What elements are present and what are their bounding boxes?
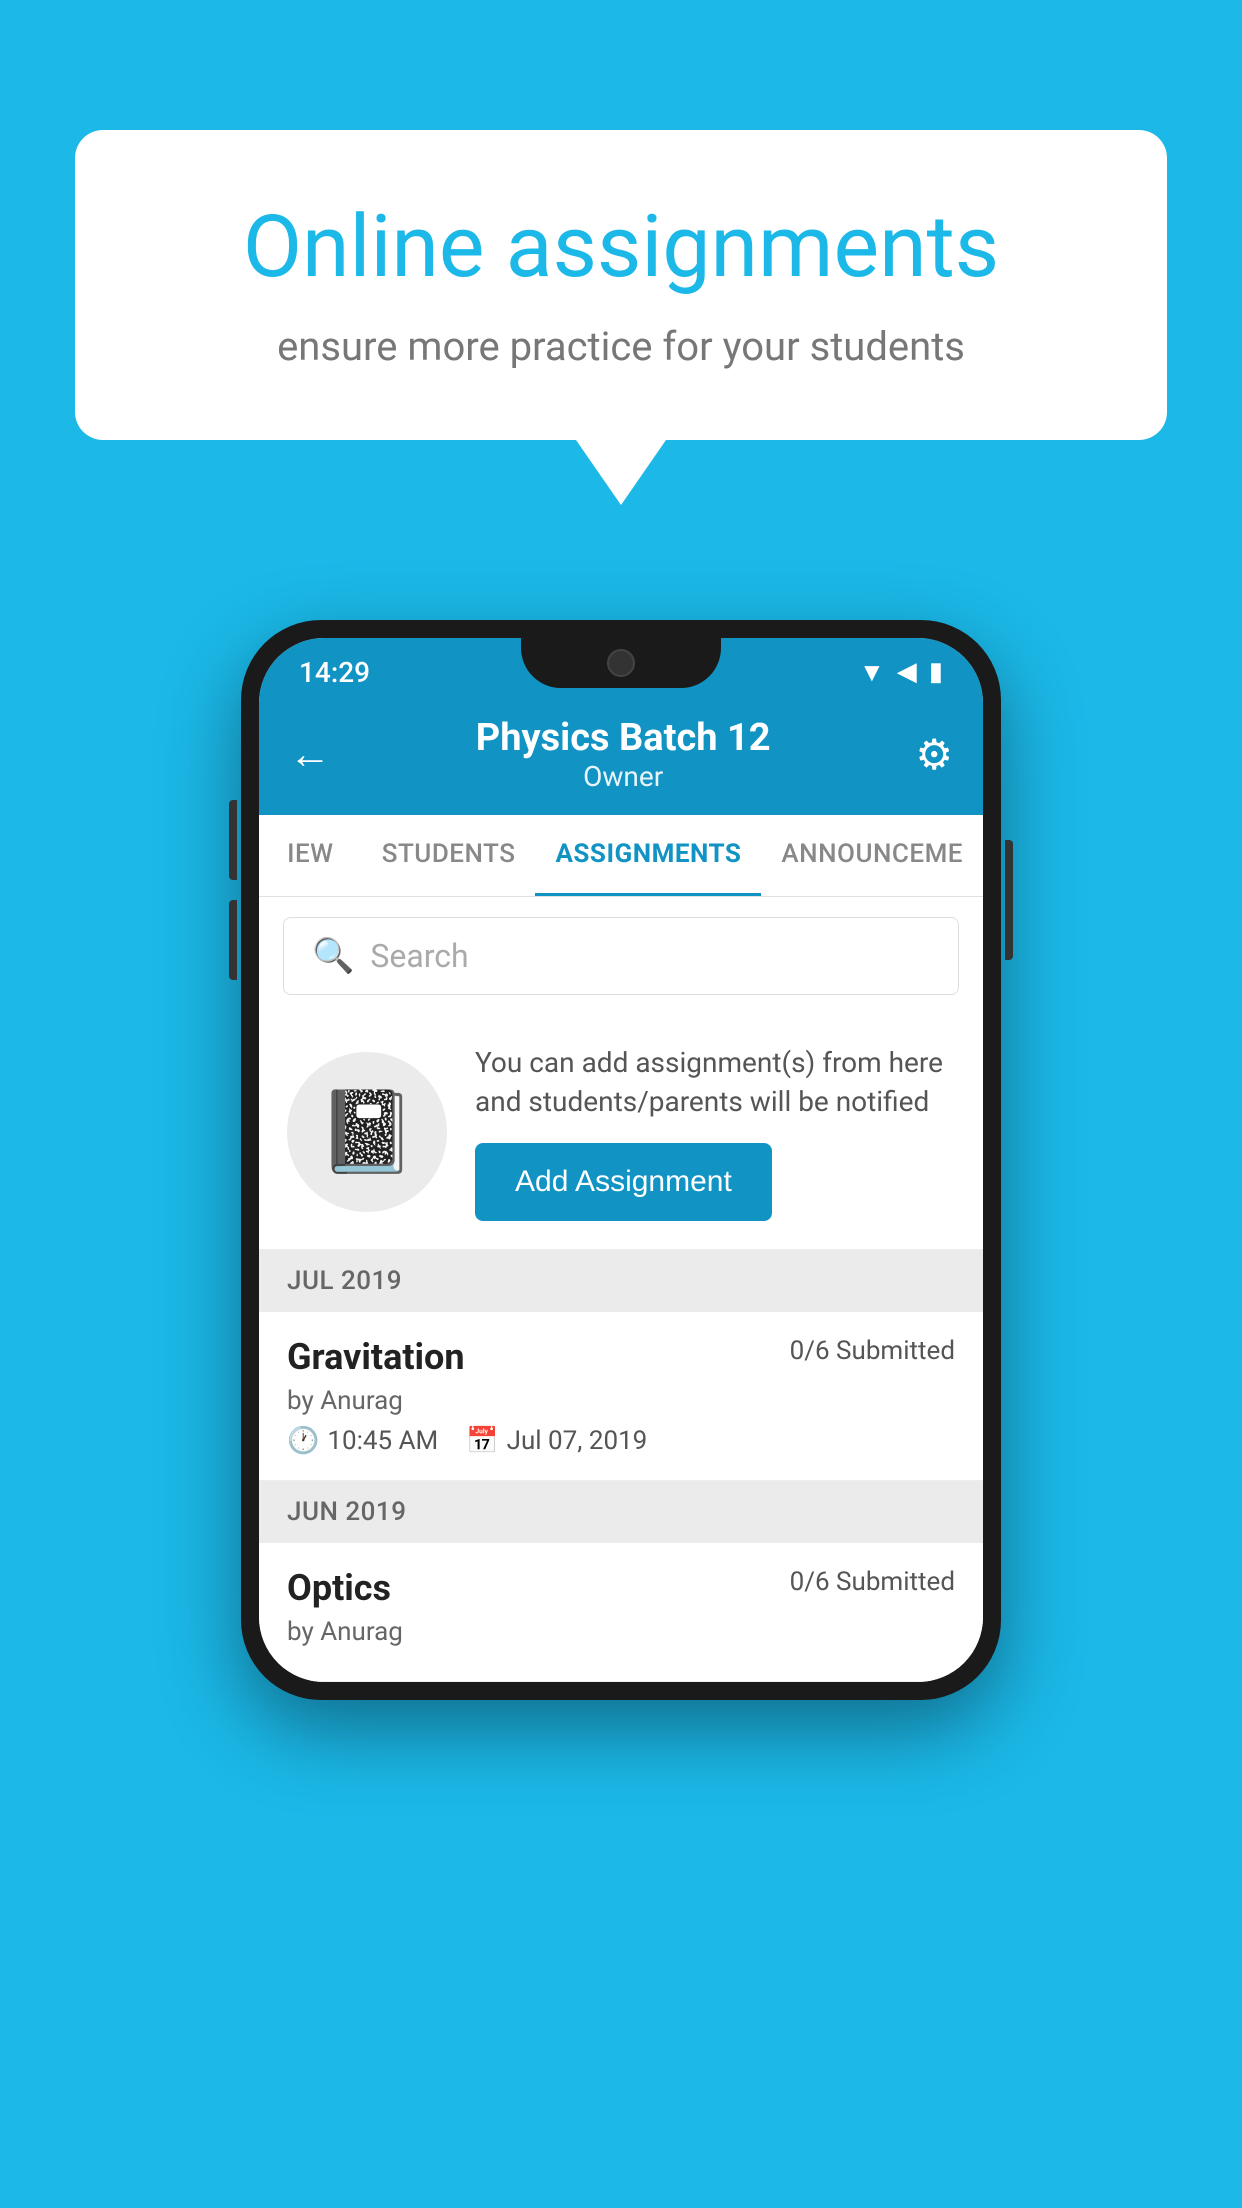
settings-icon[interactable]: ⚙ (915, 730, 953, 780)
phone-outer-frame: 14:29 ▼ ◀ ▮ ← Physics Batch 12 Owner ⚙ I… (241, 620, 1001, 1700)
header-center: Physics Batch 12 Owner (476, 716, 771, 793)
assignment-time: 🕐 10:45 AM (287, 1426, 438, 1456)
section-header-jun: JUN 2019 (259, 1481, 983, 1543)
signal-icon: ◀ (897, 657, 917, 687)
power-button (1005, 840, 1013, 960)
assignment-top-row: Gravitation 0/6 Submitted (287, 1336, 955, 1378)
status-icons: ▼ ◀ ▮ (859, 657, 943, 688)
notebook-icon: 📓 (317, 1085, 417, 1179)
speech-bubble-subtitle: ensure more practice for your students (155, 323, 1087, 370)
calendar-icon: 📅 (466, 1426, 498, 1456)
assignment-date: 📅 Jul 07, 2019 (466, 1426, 647, 1456)
phone-device: 14:29 ▼ ◀ ▮ ← Physics Batch 12 Owner ⚙ I… (241, 620, 1001, 1700)
phone-screen: 14:29 ▼ ◀ ▮ ← Physics Batch 12 Owner ⚙ I… (259, 638, 983, 1682)
assignment-by-optics: by Anurag (287, 1617, 955, 1647)
assignment-meta-gravitation: 🕐 10:45 AM 📅 Jul 07, 2019 (287, 1426, 955, 1456)
assignment-by-gravitation: by Anurag (287, 1386, 955, 1416)
app-header: ← Physics Batch 12 Owner ⚙ (259, 698, 983, 815)
assignment-time-value: 10:45 AM (327, 1426, 438, 1456)
tab-iew[interactable]: IEW (259, 815, 362, 896)
tab-assignments[interactable]: ASSIGNMENTS (535, 815, 761, 896)
search-container: 🔍 Search (259, 897, 983, 1015)
volume-down-button (229, 900, 237, 980)
volume-up-button (229, 800, 237, 880)
add-assignment-section: 📓 You can add assignment(s) from here an… (259, 1015, 983, 1250)
phone-notch (521, 638, 721, 688)
assignment-name-gravitation: Gravitation (287, 1336, 465, 1378)
clock-icon: 🕐 (287, 1426, 319, 1456)
batch-subtitle: Owner (476, 760, 771, 793)
add-assignment-right: You can add assignment(s) from here and … (475, 1043, 955, 1221)
speech-bubble: Online assignments ensure more practice … (75, 130, 1167, 440)
front-camera (607, 649, 635, 677)
search-placeholder: Search (370, 937, 468, 975)
status-time: 14:29 (299, 656, 370, 689)
wifi-icon: ▼ (859, 657, 885, 688)
assignment-item-optics[interactable]: Optics 0/6 Submitted by Anurag (259, 1543, 983, 1682)
assignment-item-gravitation[interactable]: Gravitation 0/6 Submitted by Anurag 🕐 10… (259, 1312, 983, 1481)
add-assignment-button[interactable]: Add Assignment (475, 1143, 772, 1221)
back-button[interactable]: ← (289, 730, 331, 779)
speech-bubble-section: Online assignments ensure more practice … (75, 130, 1167, 505)
section-header-jul: JUL 2019 (259, 1250, 983, 1312)
search-box[interactable]: 🔍 Search (283, 917, 959, 995)
section-month-jun: JUN 2019 (287, 1497, 406, 1527)
assignment-submitted-gravitation: 0/6 Submitted (790, 1336, 955, 1366)
assignment-top-row-optics: Optics 0/6 Submitted (287, 1567, 955, 1609)
battery-icon: ▮ (929, 657, 943, 687)
tabs-bar: IEW STUDENTS ASSIGNMENTS ANNOUNCEME (259, 815, 983, 897)
assignment-icon-circle: 📓 (287, 1052, 447, 1212)
search-icon: 🔍 (312, 936, 354, 976)
tab-announcements[interactable]: ANNOUNCEME (761, 815, 983, 896)
tab-students[interactable]: STUDENTS (362, 815, 536, 896)
assignment-date-value: Jul 07, 2019 (507, 1426, 648, 1456)
speech-bubble-tail (576, 440, 666, 505)
batch-title: Physics Batch 12 (476, 716, 771, 760)
speech-bubble-title: Online assignments (155, 200, 1087, 295)
add-assignment-description: You can add assignment(s) from here and … (475, 1043, 955, 1121)
assignment-name-optics: Optics (287, 1567, 391, 1609)
section-month-jul: JUL 2019 (287, 1266, 402, 1296)
assignment-submitted-optics: 0/6 Submitted (790, 1567, 955, 1597)
